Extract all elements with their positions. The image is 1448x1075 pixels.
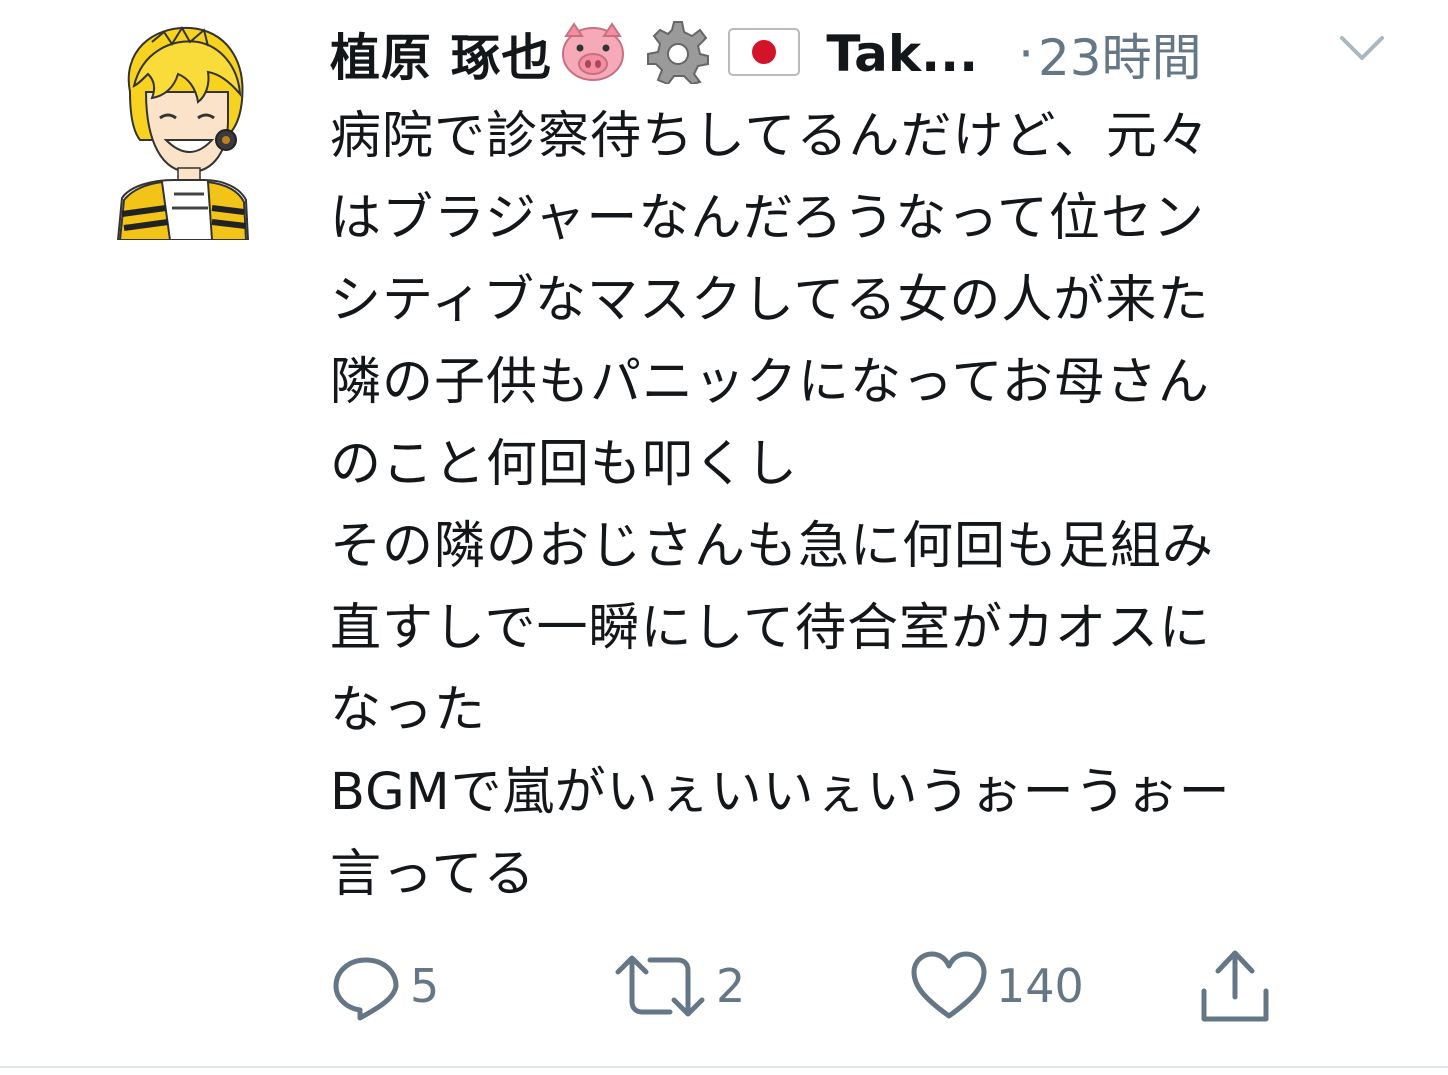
avatar[interactable] [112, 22, 250, 241]
reply-button[interactable]: 5 [330, 946, 439, 1026]
tweet-timestamp[interactable]: 23時間 [1038, 18, 1202, 90]
retweet-count: 2 [716, 959, 746, 1013]
retweet-icon [615, 955, 705, 1017]
share-button[interactable] [1196, 946, 1274, 1026]
gear-emoji-icon [646, 20, 710, 88]
share-icon [1201, 950, 1269, 1022]
reply-icon [333, 957, 399, 1021]
reply-count: 5 [410, 959, 440, 1013]
tweet-menu-button[interactable] [1334, 28, 1390, 68]
tweet-actions: 5 2 140 [330, 946, 1330, 1026]
pig-face-emoji-icon [558, 22, 628, 86]
separator-dot: · [1018, 25, 1034, 83]
tweet-header: 植原 琢也 Tak... · 23時間 [330, 14, 1390, 94]
heart-icon [911, 951, 987, 1019]
japan-flag-emoji-icon [728, 28, 801, 80]
user-handle[interactable]: Tak... [826, 25, 978, 83]
like-button[interactable]: 140 [910, 946, 1084, 1026]
tweet-text: 病院で診察待ちしてるんだけど、元々 はブラジャーなんだろうなって位セン シティブ… [330, 107, 1231, 904]
avatar-illustration [116, 26, 250, 241]
chevron-down-icon [1340, 36, 1384, 60]
retweet-button[interactable]: 2 [612, 946, 745, 1026]
tweet-card[interactable]: 植原 琢也 Tak... · 23時間 病院で診察待ちしてるんだけど、元々 はブ… [0, 0, 1448, 1066]
like-count: 140 [996, 959, 1084, 1013]
tweet-divider [0, 1066, 1448, 1068]
display-name[interactable]: 植原 琢也 [330, 18, 552, 90]
